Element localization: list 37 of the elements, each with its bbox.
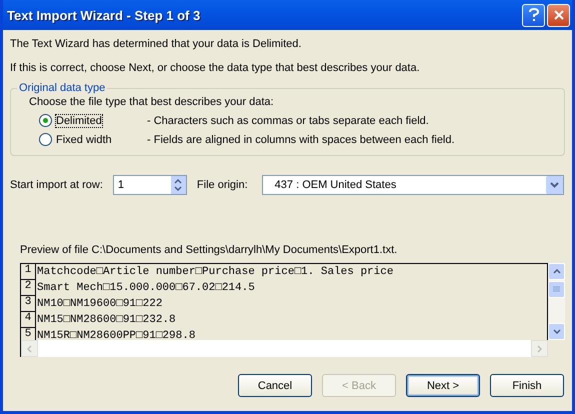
vertical-scrollbar[interactable] xyxy=(548,263,565,340)
radio-label[interactable]: Fixed width xyxy=(56,134,112,146)
radio-button[interactable] xyxy=(39,114,52,127)
intro-text: The Text Wizard has determined that your data is Delimited. xyxy=(10,38,302,50)
preview-line: NM15R□NM28600PP□91□298.8 xyxy=(36,330,196,340)
scroll-down-icon[interactable] xyxy=(548,323,565,340)
preview-line: NM10□NM19600□91□222 xyxy=(36,298,162,310)
intro-text: If this is correct, choose Next, or choose the data type that best describes your data. xyxy=(10,62,421,74)
radio-label[interactable]: Delimited xyxy=(56,114,102,126)
wizard-button[interactable]: Next > xyxy=(406,374,480,397)
preview-line: NM15□NM28600□91□232.8 xyxy=(36,314,176,326)
line-number: 1 xyxy=(21,264,36,280)
line-number: 2 xyxy=(21,280,36,296)
spin-arrows-icon[interactable] xyxy=(170,176,186,194)
scroll-up-icon[interactable] xyxy=(548,263,565,280)
close-icon xyxy=(552,9,564,21)
option-description: - Characters such as commas or tabs separate each field. xyxy=(147,114,429,126)
wizard-button[interactable]: Cancel xyxy=(238,374,312,397)
file-origin-label: File origin: xyxy=(196,179,248,191)
scroll-thumb[interactable] xyxy=(548,281,565,298)
start-row-label: Start import at row: xyxy=(10,179,103,191)
file-origin-dropdown[interactable]: 437 : OEM United States xyxy=(262,175,564,195)
line-number: 4 xyxy=(21,312,36,328)
close-button[interactable] xyxy=(547,4,570,26)
window-title: Text Import Wizard - Step 1 of 3 xyxy=(7,8,202,22)
prompt-text: Choose the file type that best describes your data: xyxy=(29,96,275,108)
question-mark-icon xyxy=(528,8,540,22)
wizard-button[interactable]: Finish xyxy=(490,374,564,397)
line-number: 3 xyxy=(21,296,36,312)
help-button[interactable] xyxy=(522,4,545,26)
preview-label: Preview of file C:\Documents and Settings\darrylh\My Documents\Export1.txt. xyxy=(20,244,398,256)
group-legend: Original data type xyxy=(17,82,108,94)
preview-line: Smart Mech□15.000.000□67.02□214.5 xyxy=(36,282,255,294)
option-description: - Fields are aligned in columns with spaces between each field. xyxy=(147,134,455,146)
start-row-spinner[interactable]: 1 xyxy=(112,175,187,195)
preview-line: Matchcode□Article number□Purchase price□1. Sales price xyxy=(36,266,394,278)
radio-button[interactable] xyxy=(39,133,52,146)
